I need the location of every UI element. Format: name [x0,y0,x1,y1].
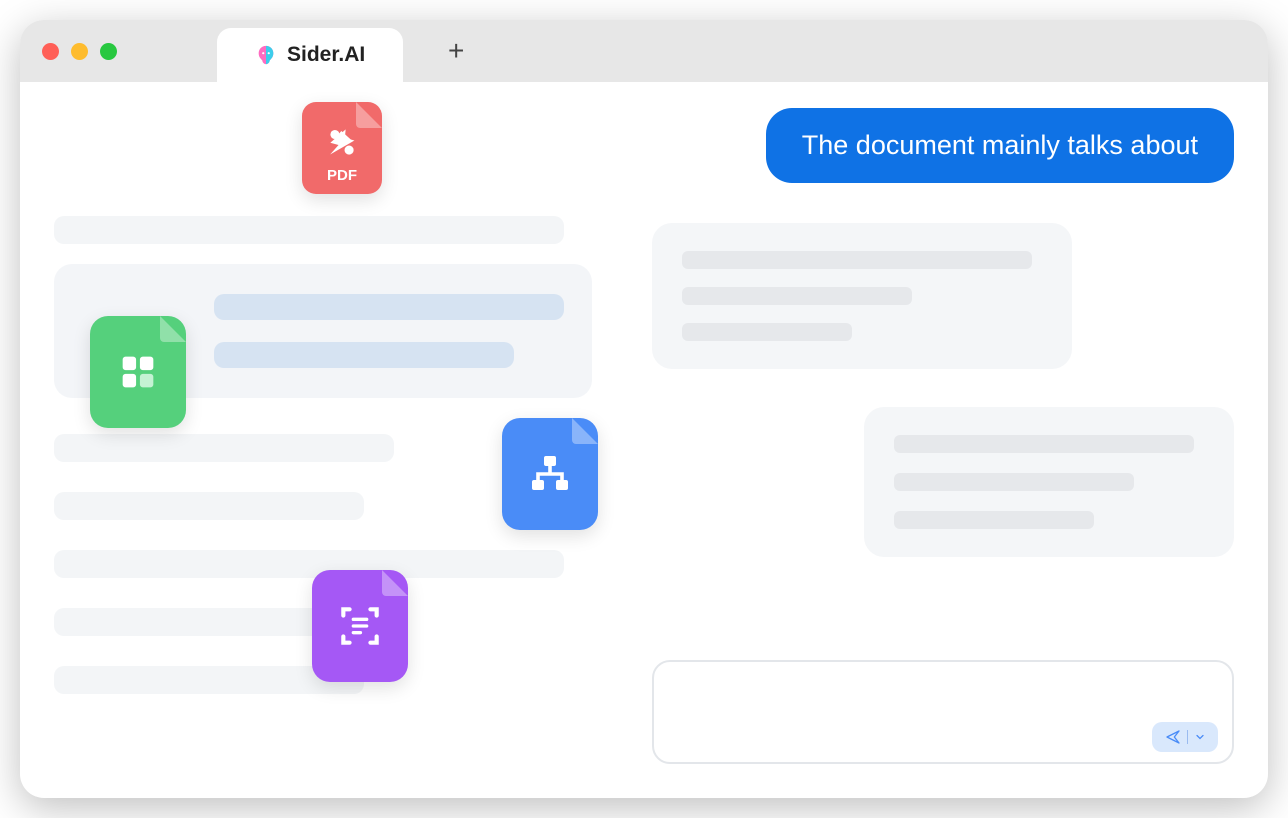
grid-file-icon [90,316,186,428]
pdf-label: PDF [327,167,357,184]
tab-strip: Sider.AI + [217,20,469,82]
user-message-bubble: The document mainly talks about [766,108,1234,183]
scan-file-icon [312,570,408,682]
close-window-button[interactable] [42,43,59,60]
user-message-text: The document mainly talks about [802,130,1198,160]
maximize-window-button[interactable] [100,43,117,60]
skeleton-line [214,294,564,320]
document-preview-pane: PDF [54,108,592,764]
minimize-window-button[interactable] [71,43,88,60]
skeleton-block [54,216,592,244]
chat-input[interactable] [652,660,1234,764]
skeleton-line [682,287,912,305]
divider [1187,730,1188,744]
skeleton-line [54,550,564,578]
plus-icon: + [448,35,464,67]
pdf-file-icon: PDF [302,102,382,194]
chat-pane: The document mainly talks about [652,108,1234,764]
app-window: Sider.AI + PDF [20,20,1268,798]
ai-response-bubble [864,407,1234,557]
tab-sider-ai[interactable]: Sider.AI [217,28,403,82]
skeleton-line [682,323,852,341]
skeleton-line [54,216,564,244]
new-tab-button[interactable]: + [443,38,469,64]
skeleton-line [54,492,364,520]
send-button[interactable] [1152,722,1218,752]
ai-response-bubble [652,223,1072,369]
chevron-down-icon [1194,731,1206,743]
titlebar: Sider.AI + [20,20,1268,82]
skeleton-line [894,473,1134,491]
tab-title: Sider.AI [287,43,365,67]
skeleton-line [214,342,514,368]
skeleton-line [54,434,394,462]
skeleton-line [682,251,1032,269]
content-area: PDF [20,82,1268,798]
skeleton-line [894,511,1094,529]
traffic-lights [42,43,117,60]
skeleton-line [894,435,1194,453]
send-icon [1165,729,1181,745]
org-chart-file-icon [502,418,598,530]
sider-logo-icon [255,44,277,66]
